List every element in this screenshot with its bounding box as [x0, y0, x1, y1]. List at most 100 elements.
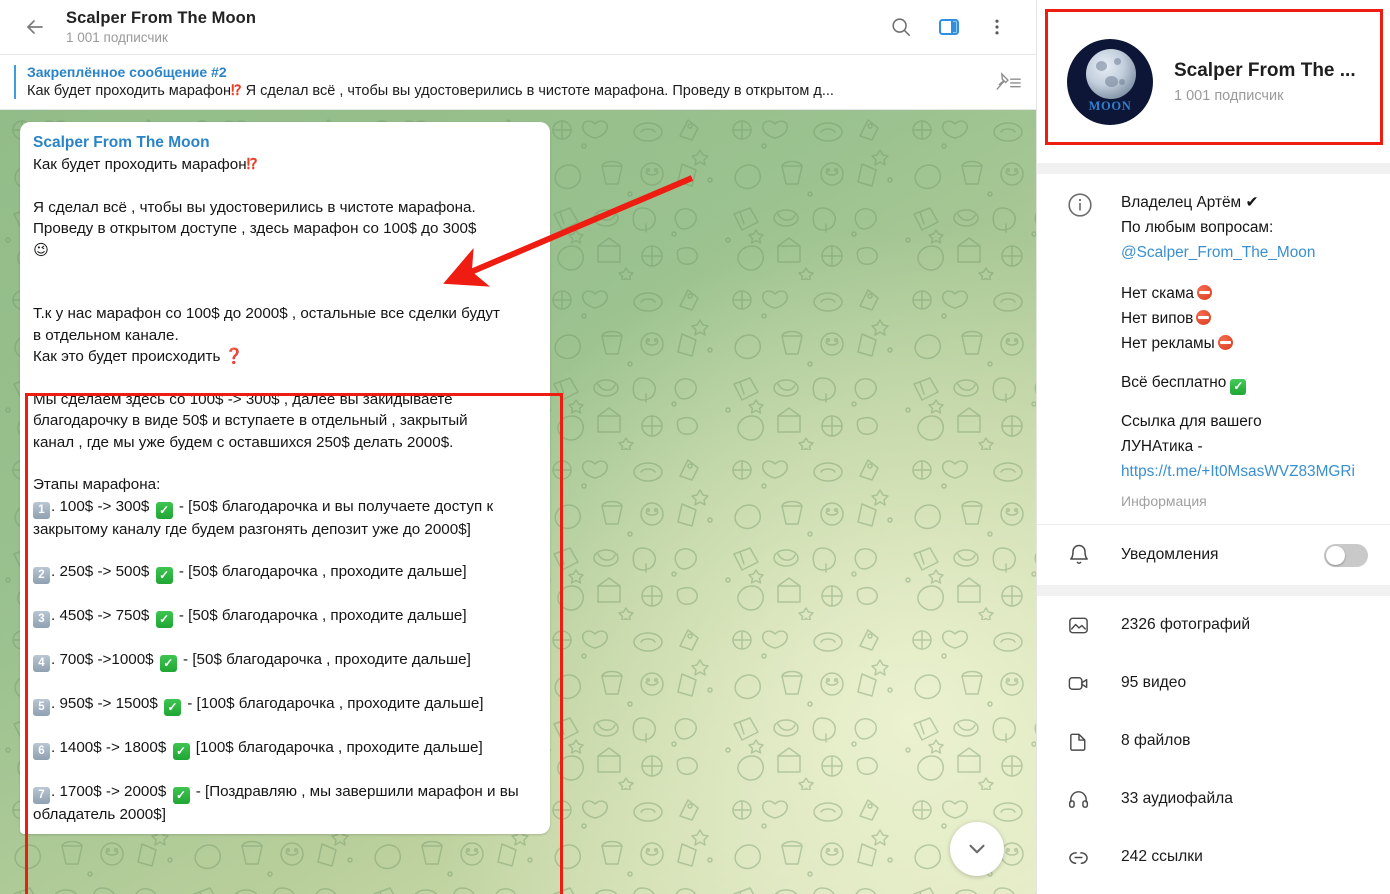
- stage-range: . 1400$ -> 1800$: [51, 739, 171, 756]
- sidebar-info-section: Владелец Артём ✔ По любым вопросам: @Sca…: [1037, 174, 1390, 524]
- check-badge: ✓: [164, 699, 182, 716]
- chat-column: Scalper From The Moon 1 001 подписчик За…: [0, 0, 1036, 894]
- avatar[interactable]: MOON: [1067, 38, 1153, 125]
- message-paragraph-2: Т.к у нас марафон со 100$ до 2000$ , ост…: [33, 305, 500, 344]
- stage-number-badge: 6: [33, 743, 50, 760]
- moon-image: [1086, 48, 1136, 99]
- stage-item: 7. 1700$ -> 2000$ ✓ - [Поздравляю , мы з…: [33, 781, 537, 826]
- message-title-line: Как будет проходить марафон⁉: [33, 154, 537, 176]
- sidebar-item-files[interactable]: 8 файлов: [1037, 712, 1390, 770]
- check-badge: ✓: [155, 501, 173, 519]
- no-vip-text: Нет випов: [1121, 310, 1194, 327]
- sidebar-item-notifications[interactable]: Уведомления: [1037, 525, 1390, 585]
- stage-range: . 950$ -> 1500$: [51, 695, 163, 712]
- sidebar-item-photos[interactable]: 2326 фотографий: [1037, 596, 1390, 654]
- message-bubble[interactable]: Scalper From The Moon Как будет проходит…: [20, 122, 550, 834]
- message-area: Scalper From The Moon Как будет проходит…: [0, 110, 1036, 894]
- interrobang-emoji: ⁉: [246, 156, 258, 173]
- free-line: Всё бесплатно ✓: [1121, 370, 1372, 395]
- free-text: Всё бесплатно: [1121, 374, 1227, 391]
- stage-range: . 1700$ -> 2000$: [51, 783, 171, 800]
- sidebar-item-videos[interactable]: 95 видео: [1037, 654, 1390, 712]
- sidebar-names: Scalper From The ... 1 001 подписчик: [1174, 58, 1356, 106]
- bell-icon: [1067, 543, 1103, 567]
- no-entry-icon: [1217, 335, 1233, 350]
- stage-number-badge: 7: [33, 787, 50, 804]
- more-vertical-icon[interactable]: [980, 10, 1014, 44]
- check-mark-icon: ✔: [1245, 194, 1259, 211]
- no-entry-icon: [1196, 310, 1212, 325]
- link-icon: [1067, 846, 1103, 869]
- sidebar-channel-title: Scalper From The ...: [1174, 59, 1356, 81]
- message-paragraph-3-text: Как это будет происходить: [33, 348, 221, 365]
- search-icon[interactable]: [884, 10, 918, 44]
- sidebar-item-audio[interactable]: 33 аудиофайла: [1037, 770, 1390, 828]
- sidebar-divider: [1037, 585, 1390, 596]
- pinned-list-icon[interactable]: [992, 70, 1022, 94]
- message-title-text: Как будет проходить марафон: [33, 156, 247, 173]
- invite-link[interactable]: https://t.me/+It0MsasWVZ83MGRi: [1121, 459, 1372, 484]
- stage-item: 1. 100$ -> 300$ ✓ - [50$ благодарочка и …: [33, 496, 537, 541]
- link-label: Ссылка для вашего ЛУНАтика -: [1121, 413, 1262, 455]
- stage-number-badge: 5: [33, 699, 50, 716]
- photos-label: 2326 фотографий: [1121, 616, 1251, 633]
- pinned-preview: Как будет проходить марафон⁉ Я сделал вс…: [27, 82, 982, 101]
- chat-header: Scalper From The Moon 1 001 подписчик: [0, 0, 1036, 55]
- videos-label: 95 видео: [1121, 674, 1187, 691]
- sidebar-divider: [1037, 163, 1390, 174]
- stage-item: 5. 950$ -> 1500$ ✓ - [100$ благодарочка …: [33, 693, 537, 716]
- no-vip-line: Нет випов: [1121, 306, 1372, 331]
- message-author: Scalper From The Moon: [33, 134, 210, 151]
- chat-header-texts[interactable]: Scalper From The Moon 1 001 подписчик: [66, 8, 884, 47]
- contact-handle-link[interactable]: @Scalper_From_The_Moon: [1121, 240, 1372, 265]
- chat-header-actions: [884, 10, 1022, 44]
- stage-item: 6. 1400$ -> 1800$ ✓ [100$ благодарочка ,…: [33, 737, 537, 760]
- back-arrow-icon[interactable]: [18, 10, 52, 44]
- stage-note: - [50$ благодарочка , проходите дальше]: [178, 651, 471, 668]
- notifications-toggle[interactable]: [1324, 543, 1368, 567]
- stage-item: 4. 700$ ->1000$ ✓ - [50$ благодарочка , …: [33, 649, 537, 672]
- pinned-preview-a: Как будет проходить марафон: [27, 83, 231, 99]
- notifications-label: Уведомления: [1121, 546, 1219, 563]
- question-emoji: ❓: [224, 348, 244, 365]
- headphones-icon: [1067, 788, 1103, 811]
- stages-heading: Этапы марафона:: [33, 476, 161, 493]
- file-icon: [1067, 730, 1103, 753]
- avatar-label: MOON: [1088, 98, 1132, 113]
- stage-item: 3. 450$ -> 750$ ✓ - [50$ благодарочка , …: [33, 605, 537, 628]
- contact-label: По любым вопросам:: [1121, 219, 1274, 236]
- links-label: 242 ссылки: [1121, 848, 1203, 865]
- stage-note: - [50$ благодарочка , проходите дальше]: [174, 607, 467, 624]
- scroll-to-bottom-button[interactable]: [950, 822, 1004, 876]
- owner-name: Владелец Артём: [1121, 194, 1242, 211]
- sidebar-profile-header[interactable]: MOON Scalper From The ... 1 001 подписчи…: [1037, 0, 1390, 163]
- right-panel-toggle-icon[interactable]: [932, 10, 966, 44]
- pinned-message-bar[interactable]: Закреплённое сообщение #2 Как будет прох…: [0, 55, 1036, 110]
- sidebar-subscriber-count: 1 001 подписчик: [1174, 87, 1284, 104]
- wink-emoji: 😉: [33, 240, 49, 259]
- pinned-stripe: [14, 65, 16, 99]
- stage-range: . 450$ -> 750$: [51, 607, 154, 624]
- pinned-texts: Закреплённое сообщение #2 Как будет прох…: [27, 63, 982, 101]
- stage-note: [100$ благодарочка , проходите дальше]: [191, 739, 483, 756]
- sidebar-item-links[interactable]: 242 ссылки: [1037, 828, 1390, 886]
- photo-icon: [1067, 614, 1103, 637]
- channel-info-sidebar: MOON Scalper From The ... 1 001 подписчи…: [1036, 0, 1390, 894]
- stage-number-badge: 2: [33, 567, 50, 584]
- stage-number-badge: 3: [33, 611, 50, 628]
- subscriber-count: 1 001 подписчик: [66, 29, 168, 45]
- page-title: Scalper From The Moon: [66, 8, 257, 27]
- stage-number-badge: 4: [33, 655, 50, 672]
- info-caption: Информация: [1121, 493, 1207, 509]
- video-icon: [1067, 672, 1103, 695]
- check-badge: ✓: [159, 655, 177, 672]
- interrobang-emoji: ⁉: [230, 83, 242, 99]
- telegram-window: Scalper From The Moon 1 001 подписчик За…: [0, 0, 1390, 894]
